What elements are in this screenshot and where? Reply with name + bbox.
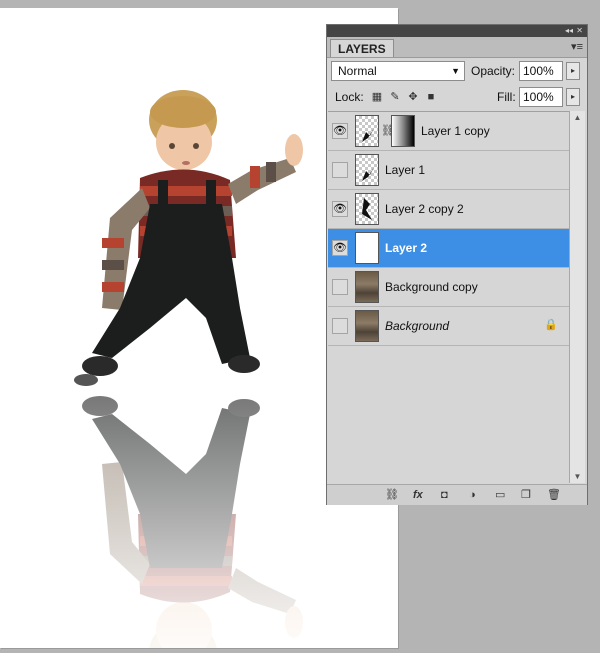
layers-list: 👁 ⛓ Layer 1 copy Layer 1 👁 Layer 2 copy … xyxy=(328,111,569,484)
layer-name: Layer 1 xyxy=(385,163,426,177)
eye-hidden-icon[interactable] xyxy=(332,162,348,178)
layer-thumbnail xyxy=(355,310,379,342)
opacity-input[interactable]: 100% xyxy=(519,61,563,81)
layer-mask-thumbnail[interactable] xyxy=(391,115,415,147)
layers-panel: ◂◂ ✕ LAYERS ▾≡ Normal ▼ Opacity: 100% ▸ … xyxy=(326,24,588,505)
fill-input[interactable]: 100% xyxy=(519,87,563,107)
opacity-label: Opacity: xyxy=(471,64,516,78)
blend-options-row: Normal ▼ Opacity: 100% ▸ xyxy=(331,61,581,81)
layer-thumbnail xyxy=(355,271,379,303)
add-mask-icon[interactable]: ◘ xyxy=(441,488,448,502)
layer-name: Background xyxy=(385,319,450,333)
layer-name: Layer 2 xyxy=(385,241,428,255)
lock-image-icon[interactable]: ✎ xyxy=(389,91,401,103)
opacity-slider-button[interactable]: ▸ xyxy=(566,62,580,80)
layer-thumbnail xyxy=(355,193,379,225)
layer-row[interactable]: Background copy xyxy=(328,268,569,307)
adjustment-layer-icon[interactable]: ◑ xyxy=(469,488,476,502)
delete-layer-icon[interactable]: 🗑 xyxy=(547,488,561,502)
collapse-arrows-icon[interactable]: ◂◂ xyxy=(565,25,573,37)
layer-style-fx-icon[interactable]: fx xyxy=(413,488,423,502)
scroll-up-icon[interactable]: ▲ xyxy=(570,113,585,122)
layer-row[interactable]: Background 🔒 xyxy=(328,307,569,346)
layer-name: Background copy xyxy=(385,280,478,294)
chevron-down-icon: ▼ xyxy=(451,66,460,76)
eye-icon[interactable]: 👁 xyxy=(332,201,348,217)
layer-name: Layer 2 copy 2 xyxy=(385,202,464,216)
panel-titlebar[interactable]: ◂◂ ✕ xyxy=(327,25,587,37)
layer-thumbnail xyxy=(355,232,379,264)
fill-label: Fill: xyxy=(497,90,516,104)
eye-hidden-icon[interactable] xyxy=(332,318,348,334)
lock-position-icon[interactable]: ✥ xyxy=(407,91,419,103)
link-layers-icon[interactable]: ⛓ xyxy=(385,488,399,502)
layers-footer-toolbar: ⛓ fx ◘ ◑ ▭ ❐ 🗑 xyxy=(327,484,587,505)
child-figure xyxy=(74,90,303,386)
layer-row-selected[interactable]: 👁 Layer 2 xyxy=(328,229,569,268)
new-group-icon[interactable]: ▭ xyxy=(495,488,505,502)
panel-tab-row: LAYERS ▾≡ xyxy=(327,37,587,58)
close-panel-icon[interactable]: ✕ xyxy=(576,25,583,37)
layer-name: Layer 1 copy xyxy=(421,124,490,138)
tab-layers[interactable]: LAYERS xyxy=(330,39,394,57)
scroll-down-icon[interactable]: ▼ xyxy=(570,472,585,481)
fill-slider-button[interactable]: ▸ xyxy=(566,88,580,106)
layer-row[interactable]: 👁 ⛓ Layer 1 copy xyxy=(328,112,569,151)
eye-icon[interactable]: 👁 xyxy=(332,240,348,256)
layer-row[interactable]: 👁 Layer 2 copy 2 xyxy=(328,190,569,229)
eye-icon[interactable]: 👁 xyxy=(332,123,348,139)
layers-scrollbar[interactable]: ▲ ▼ xyxy=(569,111,585,483)
layer-thumbnail xyxy=(355,115,379,147)
layer-thumbnail xyxy=(355,154,379,186)
layer-row[interactable]: Layer 1 xyxy=(328,151,569,190)
lock-label: Lock: xyxy=(335,90,364,104)
lock-transparent-icon[interactable]: ▦ xyxy=(371,91,383,103)
blend-mode-value: Normal xyxy=(338,64,377,78)
blend-mode-select[interactable]: Normal ▼ xyxy=(331,61,465,81)
lock-options-row: Lock: ▦ ✎ ✥ ■ Fill: 100% ▸ xyxy=(331,87,581,107)
panel-menu-icon[interactable]: ▾≡ xyxy=(571,41,583,53)
lock-all-icon[interactable]: ■ xyxy=(425,91,437,103)
lock-icon: 🔒 xyxy=(544,319,558,331)
eye-hidden-icon[interactable] xyxy=(332,279,348,295)
new-layer-icon[interactable]: ❐ xyxy=(521,488,531,502)
